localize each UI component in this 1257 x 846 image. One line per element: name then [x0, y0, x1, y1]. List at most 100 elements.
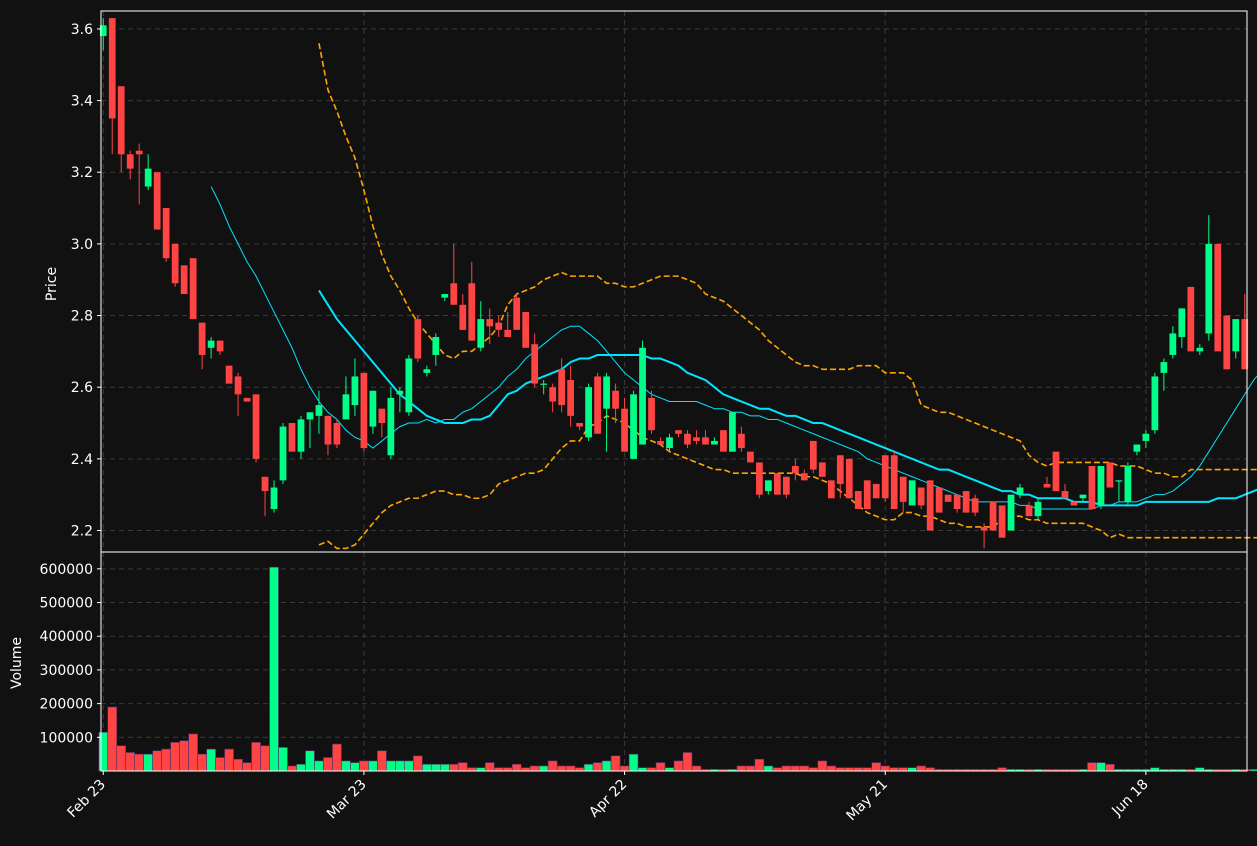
candle-body [1142, 433, 1150, 441]
candle-body [917, 487, 925, 506]
candle-body [189, 258, 197, 320]
candle-body [216, 340, 224, 352]
candle-body [782, 476, 790, 495]
volume-bar [484, 762, 495, 772]
candle-body [513, 297, 521, 330]
chart-background [0, 0, 1257, 842]
candle-body [378, 408, 386, 424]
candle-body [648, 397, 655, 431]
candle-body [1223, 315, 1231, 370]
volume-bar [772, 767, 783, 772]
candle-body [1043, 483, 1051, 488]
candle-body [854, 491, 862, 510]
candle-body [1160, 362, 1168, 373]
candle-body [396, 390, 404, 395]
candle-body [306, 412, 314, 420]
volume-bar [745, 765, 756, 772]
candle-body [162, 208, 170, 259]
candle-body [369, 390, 377, 427]
candle-body [234, 376, 242, 395]
candle-body [1151, 376, 1159, 431]
candle-body [405, 358, 413, 413]
candle-body [576, 423, 583, 427]
candle-body [207, 340, 215, 348]
candle-body [693, 437, 700, 441]
volume-bar [592, 762, 603, 772]
candle-body [1106, 462, 1114, 488]
candle-body [1079, 494, 1087, 499]
candle-body [144, 168, 152, 187]
candle-body [729, 412, 736, 452]
candle-body [675, 430, 682, 434]
candle-body [890, 455, 898, 510]
volume-bar [493, 767, 504, 772]
candle-body [809, 440, 817, 470]
candle-body [108, 18, 116, 119]
candle-body [1214, 243, 1222, 352]
volume-tick-label: 200000 [40, 697, 93, 713]
candle-body [270, 487, 278, 510]
volume-bar [161, 748, 171, 772]
volume-bar [736, 765, 747, 772]
volume-bar [359, 760, 369, 772]
volume-bar [395, 760, 405, 772]
volume-bar [350, 762, 360, 772]
candle-body [1070, 501, 1078, 506]
candle-body [180, 265, 188, 295]
candle-body [117, 86, 125, 155]
volume-bar [781, 765, 792, 772]
candle-body [612, 390, 619, 409]
volume-bar [637, 767, 648, 772]
candle-body [720, 430, 727, 452]
candle-body [684, 433, 691, 445]
candle-body [1088, 466, 1096, 510]
volume-bar [664, 767, 675, 772]
volume-bar [1105, 763, 1115, 772]
volume-bar [1096, 762, 1106, 772]
volume-bar [296, 763, 306, 772]
candle-body [989, 501, 997, 531]
candle-body [459, 304, 467, 330]
volume-bar [628, 753, 639, 772]
candle-body [414, 319, 422, 359]
price-tick-label: 2.6 [71, 380, 93, 396]
volume-bar [197, 753, 207, 772]
candle-body [827, 480, 835, 499]
candle-body [836, 455, 844, 484]
candle-body [881, 455, 889, 499]
candle-body [998, 505, 1006, 538]
volume-bar [413, 755, 423, 772]
volume-bar [646, 767, 657, 772]
volume-tick-label: 100000 [40, 730, 93, 746]
volume-bar [889, 767, 900, 772]
candle-body [791, 466, 799, 474]
candle-body [198, 322, 206, 355]
volume-bar [152, 750, 162, 772]
volume-bar [323, 757, 333, 772]
chart-canvas: Price Volume 2.2 2.4 2.6 2.8 3.0 3.2 3.4 3.6 100… [0, 0, 1257, 842]
candle-body [1061, 491, 1069, 499]
candle-body [495, 322, 503, 330]
candle-body [153, 172, 161, 230]
candle-body [1124, 466, 1132, 502]
candle-body [603, 376, 610, 409]
volume-bar [997, 767, 1007, 772]
candle-body [288, 423, 296, 452]
volume-bar [377, 750, 387, 772]
volume-bar [143, 753, 153, 772]
candle-body [971, 498, 979, 513]
candle-body [171, 243, 179, 284]
volume-bar [242, 762, 252, 772]
candle-body [423, 369, 431, 373]
candle-body [935, 487, 943, 513]
volume-bar [368, 760, 378, 772]
volume-bar [871, 762, 882, 772]
volume-bar [457, 762, 468, 772]
candle-body [702, 437, 709, 445]
candle-body [1196, 347, 1204, 352]
candle-body [800, 473, 808, 481]
candle-body [1115, 480, 1123, 482]
volume-bar [314, 760, 324, 772]
candle-body [594, 376, 601, 434]
volume-bar [188, 733, 198, 772]
